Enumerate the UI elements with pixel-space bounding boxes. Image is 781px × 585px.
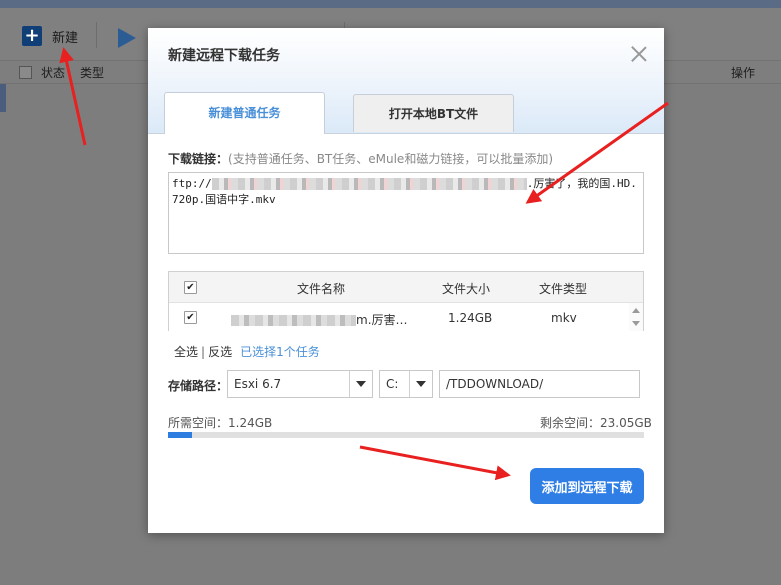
device-value: Esxi 6.7 bbox=[234, 377, 282, 391]
selected-count: 已选择1个任务 bbox=[240, 345, 320, 359]
sidebar-indicator bbox=[0, 84, 6, 112]
download-link-input[interactable]: ftp://.厉害了，我的国.HD.720p.国语中字.mkv bbox=[168, 172, 644, 254]
scroll-down-icon[interactable] bbox=[632, 321, 640, 326]
space-progress-bar bbox=[168, 432, 644, 438]
save-path-label: 存储路径： bbox=[168, 379, 229, 393]
chevron-down-icon[interactable] bbox=[349, 371, 372, 397]
scroll-up-icon[interactable] bbox=[632, 308, 640, 313]
file-name: m.厉害… bbox=[231, 311, 408, 328]
select-all-checkbox[interactable] bbox=[19, 66, 32, 79]
table-row[interactable]: ✔ m.厉害… 1.24GB mkv bbox=[169, 303, 629, 331]
plus-icon: + bbox=[22, 26, 42, 46]
column-file-name: 文件名称 bbox=[297, 282, 346, 296]
file-table-header: ✔ 文件名称 文件大小 文件类型 bbox=[169, 272, 643, 303]
selection-controls: 全选 | 反选 已选择1个任务 bbox=[174, 345, 320, 359]
drive-value: C: bbox=[386, 377, 399, 391]
drive-select[interactable]: C: bbox=[379, 370, 433, 398]
new-task-label: 新建 bbox=[52, 30, 79, 46]
row-checkbox[interactable]: ✔ bbox=[184, 311, 197, 324]
link-text-start: ftp:// bbox=[172, 177, 212, 190]
select-all-link[interactable]: 全选 bbox=[174, 345, 198, 359]
download-link-title: 下载链接： bbox=[168, 152, 229, 166]
file-name-suffix: m.厉害… bbox=[356, 313, 408, 327]
invert-selection-link[interactable]: 反选 bbox=[208, 345, 232, 359]
tab-normal-task[interactable]: 新建普通任务 bbox=[164, 92, 325, 134]
redacted-link bbox=[211, 178, 527, 190]
path-input[interactable]: /TDDOWNLOAD/ bbox=[439, 370, 640, 398]
device-select[interactable]: Esxi 6.7 bbox=[227, 370, 373, 398]
file-size: 1.24GB bbox=[448, 311, 493, 325]
space-needed: 所需空间：1.24GB bbox=[168, 416, 273, 430]
download-link-label: 下载链接：(支持普通任务、BT任务、eMule和磁力链接，可以批量添加) bbox=[168, 150, 553, 167]
column-file-size: 文件大小 bbox=[442, 282, 491, 296]
dialog-title: 新建远程下载任务 bbox=[168, 48, 280, 64]
file-type: mkv bbox=[551, 311, 577, 325]
download-link-hint: (支持普通任务、BT任务、eMule和磁力链接，可以批量添加) bbox=[228, 152, 554, 166]
file-table: ✔ 文件名称 文件大小 文件类型 ✔ m.厉害… 1.24GB mkv bbox=[168, 271, 644, 331]
add-remote-download-button[interactable]: 添加到远程下载 bbox=[530, 468, 644, 504]
space-progress-fill bbox=[168, 432, 192, 438]
dialog-header: 新建远程下载任务 新建普通任务 打开本地BT文件 bbox=[148, 28, 664, 134]
column-type: 类型 bbox=[80, 66, 105, 80]
close-icon[interactable] bbox=[628, 43, 650, 65]
redacted-file-name bbox=[231, 315, 356, 326]
start-icon[interactable] bbox=[118, 28, 136, 48]
column-status: 状态 bbox=[41, 66, 66, 80]
space-free: 剩余空间：23.05GB bbox=[540, 416, 652, 430]
toolbar-divider bbox=[96, 22, 97, 48]
new-remote-download-dialog: 新建远程下载任务 新建普通任务 打开本地BT文件 下载链接：(支持普通任务、BT… bbox=[148, 28, 664, 533]
column-file-type: 文件类型 bbox=[539, 282, 588, 296]
app-title-bar bbox=[0, 0, 781, 8]
new-task-button[interactable]: + 新建 bbox=[22, 25, 78, 47]
column-action: 操作 bbox=[731, 66, 756, 80]
header-checkbox[interactable]: ✔ bbox=[184, 281, 197, 294]
table-scrollbar[interactable] bbox=[629, 303, 643, 331]
tab-local-bt-file[interactable]: 打开本地BT文件 bbox=[353, 94, 514, 132]
chevron-down-icon[interactable] bbox=[409, 371, 432, 397]
